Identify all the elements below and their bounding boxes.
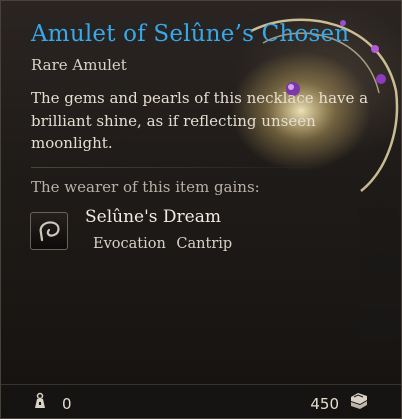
item-name: Amulet of Selûne’s Chosen (31, 21, 350, 47)
gold-icon (351, 393, 367, 409)
section-divider (31, 167, 331, 168)
item-description: The gems and pearls of this necklace hav… (31, 89, 369, 152)
item-rarity-type: Rare Amulet (31, 56, 127, 74)
item-weight: 0 (62, 395, 72, 413)
item-tooltip: Amulet of Selûne’s Chosen Rare Amulet Th… (0, 0, 402, 419)
spell-name[interactable]: Selûne's Dream (85, 207, 221, 227)
item-price: 450 (310, 395, 339, 413)
spell-level: Cantrip (176, 236, 233, 252)
weight-icon (35, 392, 45, 408)
spell-type: Evocation Cantrip (93, 236, 232, 252)
spell-school: Evocation (93, 236, 166, 252)
effects-header: The wearer of this item gains: (31, 178, 260, 196)
footer-divider (1, 384, 401, 385)
moon-swirl-icon[interactable] (30, 212, 68, 250)
